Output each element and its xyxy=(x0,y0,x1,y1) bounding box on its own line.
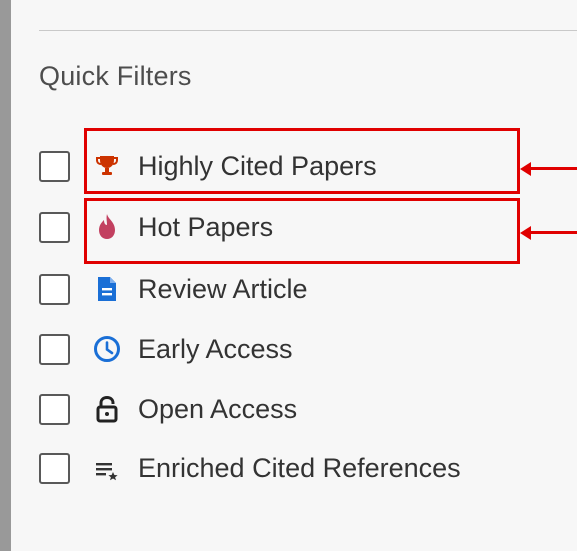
checkbox[interactable] xyxy=(39,150,70,182)
filter-label[interactable]: Open Access xyxy=(138,392,297,426)
filter-label[interactable]: Enriched Cited References xyxy=(138,451,461,485)
checkbox[interactable] xyxy=(39,393,70,425)
filter-review-article[interactable]: Review Article xyxy=(39,268,308,310)
arrow-line-hot-papers xyxy=(530,231,577,234)
clock-icon xyxy=(92,334,122,364)
filter-label[interactable]: Review Article xyxy=(138,272,308,306)
checkbox[interactable] xyxy=(39,333,70,365)
quick-filters-panel: Quick Filters Highly Cited Papers Hot Pa… xyxy=(11,0,577,551)
arrow-line-highly-cited xyxy=(530,167,577,170)
filter-label[interactable]: Hot Papers xyxy=(138,210,273,244)
checkbox[interactable] xyxy=(39,273,70,305)
list-star-icon xyxy=(92,453,122,483)
arrow-head-hot-papers xyxy=(520,225,531,240)
document-icon xyxy=(92,274,122,304)
divider xyxy=(39,30,577,31)
trophy-icon xyxy=(92,151,122,181)
filter-open-access[interactable]: Open Access xyxy=(39,388,297,430)
filter-label[interactable]: Highly Cited Papers xyxy=(138,149,377,183)
checkbox[interactable] xyxy=(39,452,70,484)
checkbox[interactable] xyxy=(39,211,70,243)
filter-label[interactable]: Early Access xyxy=(138,332,293,366)
filter-hot-papers[interactable]: Hot Papers xyxy=(39,206,273,248)
arrow-head-highly-cited xyxy=(520,161,531,176)
filter-early-access[interactable]: Early Access xyxy=(39,328,293,370)
section-title: Quick Filters xyxy=(39,61,192,91)
flame-icon xyxy=(92,212,122,242)
unlock-icon xyxy=(92,394,122,424)
filter-enriched-cited-references[interactable]: Enriched Cited References xyxy=(39,447,461,489)
filter-highly-cited-papers[interactable]: Highly Cited Papers xyxy=(39,145,377,187)
